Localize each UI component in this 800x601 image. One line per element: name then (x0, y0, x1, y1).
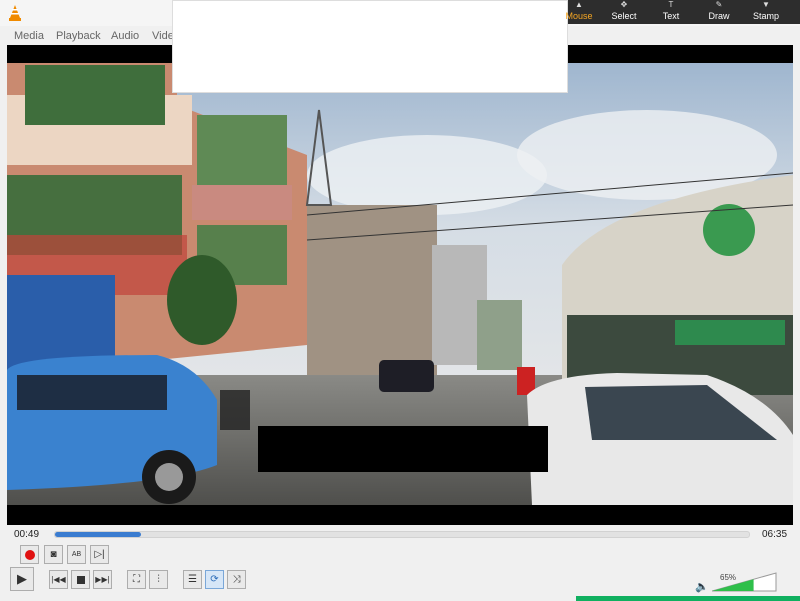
next-button[interactable]: ▶▶| (93, 570, 112, 589)
stamp-icon: ▼ (762, 0, 770, 9)
select-icon: ✥ (620, 0, 628, 9)
cursor-icon: ▲ (575, 0, 583, 9)
playlist-button[interactable]: ☰ (183, 570, 202, 589)
tool-draw[interactable]: ✎ Draw (696, 0, 742, 24)
pen-icon: ✎ (715, 0, 723, 9)
redacted-region (172, 0, 568, 93)
extended-settings-button[interactable]: ⫶ (149, 570, 168, 589)
camera-icon: ◙ (50, 549, 57, 560)
loop-button[interactable]: ⟳ (205, 570, 224, 589)
play-button[interactable]: ▶ (10, 567, 34, 591)
next-icon: ▶▶| (95, 575, 110, 584)
taskbar-strip (576, 596, 800, 601)
playlist-icon: ☰ (188, 574, 197, 585)
text-icon: T (668, 0, 674, 9)
stop-icon (76, 575, 85, 584)
total-time: 06:35 (762, 529, 788, 540)
play-icon: ▶ (17, 571, 27, 586)
sliders-icon: ⫶ (157, 574, 160, 585)
tool-text[interactable]: T Text (648, 0, 694, 24)
menu-audio[interactable]: Audio (111, 30, 139, 42)
loop-ab-button[interactable]: AB (67, 545, 86, 564)
tool-mouse[interactable]: ▲ Mouse (556, 0, 602, 24)
ab-loop-icon: AB (71, 551, 82, 558)
previous-icon: |◀◀ (51, 575, 66, 584)
volume-slider[interactable] (712, 572, 778, 592)
tool-select[interactable]: ✥ Select (601, 0, 647, 24)
speaker-icon[interactable]: 🔈 (695, 580, 709, 593)
menu-playback[interactable]: Playback (56, 30, 101, 42)
shuffle-icon: ⤨ (232, 574, 241, 585)
previous-button[interactable]: |◀◀ (49, 570, 68, 589)
tool-stamp[interactable]: ▼ Stamp (743, 0, 789, 24)
video-street-scene (7, 45, 793, 525)
seek-slider[interactable] (54, 531, 750, 538)
seek-progress (55, 532, 142, 537)
video-frame[interactable] (7, 45, 793, 525)
frame-step-icon: ▷| (94, 549, 105, 560)
frame-step-button[interactable]: ▷| (90, 545, 109, 564)
shuffle-button[interactable]: ⤨ (227, 570, 246, 589)
snapshot-button[interactable]: ◙ (44, 545, 63, 564)
elapsed-time: 00:49 (14, 529, 40, 540)
vlc-cone-icon (9, 5, 21, 21)
loop-icon: ⟳ (210, 574, 219, 585)
fullscreen-icon: ⛶ (133, 574, 140, 585)
fullscreen-button[interactable]: ⛶ (127, 570, 146, 589)
record-icon (24, 549, 35, 560)
record-button[interactable] (20, 545, 39, 564)
annotation-toolbar: ▲ Mouse ✥ Select T Text ✎ Draw ▼ Stamp (565, 0, 800, 24)
seek-row: 00:49 06:35 (0, 526, 800, 546)
stop-button[interactable] (71, 570, 90, 589)
menu-media[interactable]: Media (14, 30, 44, 42)
